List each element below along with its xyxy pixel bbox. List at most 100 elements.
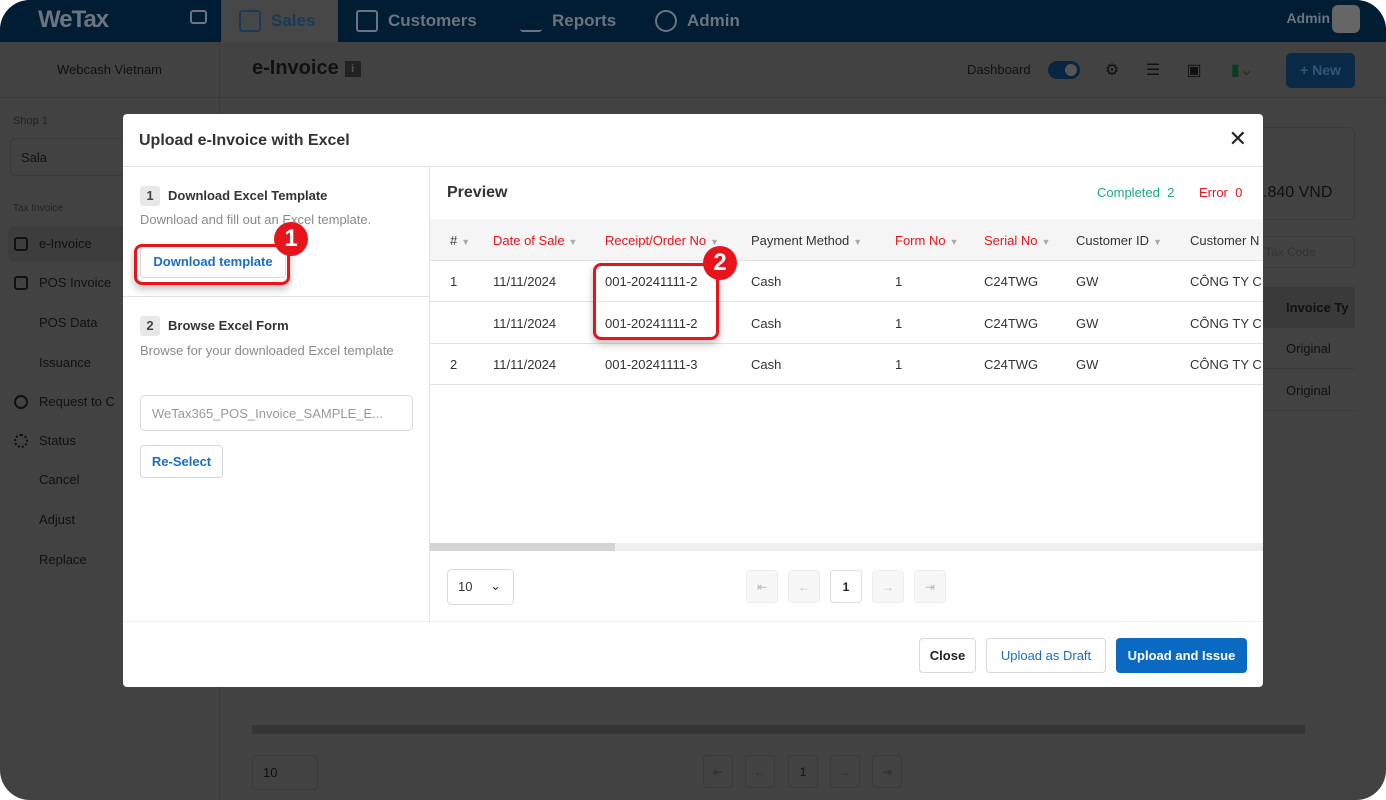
completed-count: Completed 2 [1097,185,1174,200]
file-input[interactable]: WeTax365_POS_Invoice_SAMPLE_E... [140,395,413,431]
scrollbar-thumb[interactable] [430,543,615,551]
next-page-button[interactable]: → [830,755,860,788]
tab-sales[interactable]: Sales [221,0,338,42]
user-name[interactable]: Admin [1286,10,1330,26]
step-number: 2 [140,316,160,336]
close-button[interactable]: Close [919,638,976,673]
column-invoice-type: Invoice Ty [1263,287,1355,328]
chevron-down-icon: ⌄ [490,578,501,593]
prev-page-button[interactable]: ← [788,570,820,603]
page-button[interactable]: 1 [830,570,862,603]
gear-icon[interactable]: ⚙ [1103,62,1121,80]
table-cell: GW [1076,357,1099,372]
sidebar-toggle-icon[interactable] [190,10,207,24]
table-cell: 11/11/2024 [493,274,557,289]
table-cell: 1 [450,274,458,289]
tab-reports[interactable]: Reports [502,0,634,42]
tab-label: Customers [388,11,477,30]
column-header[interactable]: # ▼ [450,233,470,248]
table-cell: 1 [895,274,903,289]
column-label: Serial No [984,233,1038,248]
annotation-highlight-1 [134,244,290,285]
column-header[interactable]: Form No ▼ [895,233,958,248]
sidebar-item-label: Status [39,433,76,448]
table-row[interactable]: 2 11/11/2024 001-20241111-3 Cash 1 C24TWG GW CÔ… [430,344,1263,385]
avatar[interactable] [1332,5,1360,33]
first-page-button[interactable]: ⇤ [703,755,733,788]
modal-title: Upload e-Invoice with Excel [139,132,350,149]
error-label: Error [1199,185,1228,200]
tab-admin[interactable]: Admin [637,0,758,42]
sort-caret-icon: ▼ [1152,237,1162,247]
modal-footer: Close Upload as Draft Upload and Issue [123,621,1263,687]
user-gear-icon [655,10,677,32]
summary-amount: .840 VND [1263,184,1333,201]
page-button[interactable]: 1 [788,755,818,788]
table-cell: Cash [751,274,782,289]
reselect-button[interactable]: Re-Select [140,445,223,478]
dashboard-toggle[interactable] [1048,61,1080,79]
completed-value: 2 [1167,185,1175,200]
column-label: Payment Method [751,233,850,248]
preview-panel: Preview Completed 2 Error 0 # ▼ Date of S… [430,167,1263,621]
print-icon[interactable]: ▣ [1185,62,1203,80]
document-icon [14,237,28,251]
list-icon[interactable]: ☰ [1144,62,1162,80]
prev-page-button[interactable]: ← [745,755,775,788]
monitor-icon [14,276,28,290]
column-label: Date of Sale [493,233,565,248]
close-icon[interactable]: ✕ [1229,128,1247,150]
sidebar-item-label: Replace [39,552,87,567]
table-cell: GW [1076,274,1099,289]
preview-title: Preview [447,184,508,201]
table-row[interactable]: 11/11/2024 001-20241111-2 Cash 1 C24TWG GW CÔN… [430,303,1263,344]
column-header[interactable]: Customer N [1190,233,1259,248]
step-1-desc: Download and fill out an Excel template. [140,212,372,227]
upload-modal: Upload e-Invoice with Excel ✕ 1 Download … [123,114,1263,687]
table-cell: 11/11/2024 [493,357,557,372]
top-nav: WeTax Sales Customers Reports Admin Admi… [0,0,1386,42]
column-label: # [450,233,458,248]
table-cell: Original [1263,370,1355,411]
next-page-button[interactable]: → [872,570,904,603]
table-scrollbar[interactable] [252,725,1305,734]
column-label: Receipt/Order No [605,233,707,248]
upload-draft-button[interactable]: Upload as Draft [986,638,1106,673]
table-cell: 11/11/2024 [493,315,557,331]
new-button[interactable]: + New [1286,53,1355,88]
tab-customers[interactable]: Customers [338,0,495,42]
modal-header: Upload e-Invoice with Excel ✕ [123,114,1263,167]
sidebar-item-label: POS Invoice [39,275,112,290]
step-number: 1 [140,186,160,206]
step-title: Download Excel Template [168,188,328,203]
refresh-icon [14,395,28,409]
summary-card [1263,127,1355,220]
excel-icon[interactable]: ▮⌄ [1226,62,1258,80]
section-label: Tax Invoice [13,203,64,214]
column-header[interactable]: Date of Sale ▼ [493,233,577,248]
last-page-button[interactable]: ⇥ [914,570,946,603]
tab-label: Reports [552,11,617,30]
first-page-button[interactable]: ⇤ [746,570,778,603]
step-1-title: 1 Download Excel Template [140,186,327,206]
table-cell: C24TWG [984,274,1039,289]
table-row[interactable]: 1 11/11/2024 001-20241111-2 Cash 1 C24TWG GW CÔ… [430,261,1263,302]
page-size-select[interactable]: 10 ⌄ [447,569,514,605]
last-page-button[interactable]: ⇥ [872,755,902,788]
column-header[interactable]: Receipt/Order No ▼ [605,233,719,248]
table-cell: CÔNG TY C [1190,274,1262,289]
sort-caret-icon: ▼ [461,237,471,247]
upload-issue-button[interactable]: Upload and Issue [1116,638,1247,673]
column-header[interactable]: Serial No ▼ [984,233,1050,248]
page-size-select[interactable]: 10 [252,755,318,790]
tax-code-input[interactable]: Tax Code [1263,236,1355,268]
sidebar-item-label: Request to C [39,394,115,409]
dashboard-label: Dashboard [967,62,1031,77]
page-header: Webcash Vietnam e-Invoice i Dashboard ⚙ ☰… [0,42,1386,98]
divider [123,296,430,297]
column-header[interactable]: Payment Method ▼ [751,233,862,248]
info-icon[interactable]: i [344,61,361,77]
column-header[interactable]: Customer ID ▼ [1076,233,1162,248]
sort-caret-icon: ▼ [853,237,863,247]
horizontal-scrollbar[interactable] [430,543,1263,551]
